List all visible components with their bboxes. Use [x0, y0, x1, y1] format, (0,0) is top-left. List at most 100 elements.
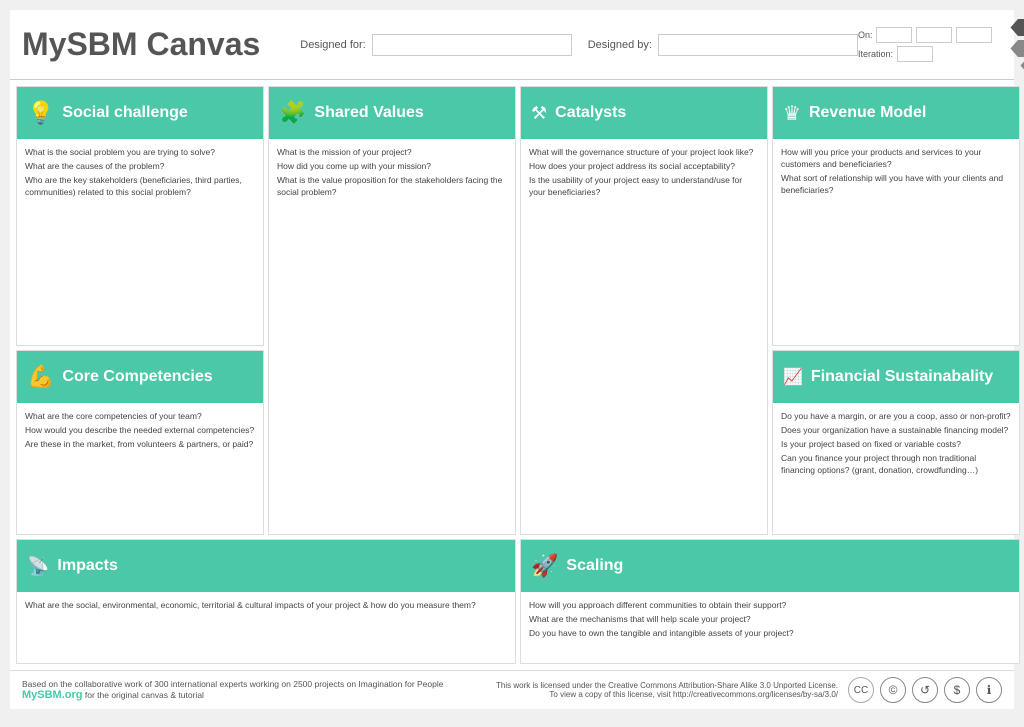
- scaling-cell: 🚀 Scaling How will you approach differen…: [520, 539, 1020, 664]
- crown-icon: ♛: [783, 101, 801, 126]
- scaling-title: Scaling: [566, 556, 623, 575]
- signal-icon: 📡: [27, 556, 49, 577]
- revenue-model-cell: ♛ Revenue Model How will you price your …: [772, 86, 1020, 346]
- hex-2: [1010, 40, 1024, 57]
- sv-q2: How did you come up with your mission?: [277, 161, 507, 173]
- refresh-icon: ↺: [912, 677, 938, 703]
- hex-3: [1020, 61, 1024, 70]
- sv-q3: What is the value proposition for the st…: [277, 175, 507, 199]
- designed-by-group: Designed by:: [588, 34, 858, 56]
- designed-for-label: Designed for:: [300, 39, 365, 51]
- catalysts-header: ⚒ Catalysts: [521, 87, 767, 139]
- rm-q1: How will you price your products and ser…: [781, 147, 1011, 171]
- scaling-body: How will you approach different communit…: [521, 592, 1019, 663]
- core-competencies-body: What are the core competencies of your t…: [17, 403, 263, 534]
- fs-q3: Is your project based on fixed or variab…: [781, 439, 1011, 451]
- sc-q3: Who are the key stakeholders (beneficiar…: [25, 175, 255, 199]
- scal-q1: How will you approach different communit…: [529, 600, 1011, 612]
- canvas-wrapper: MySBM Canvas Designed for: Designed by: …: [10, 10, 1014, 709]
- rocket-icon: 🚀: [531, 553, 558, 579]
- cat-q2: How does your project address its social…: [529, 161, 759, 173]
- no-commercial-icon: $: [944, 677, 970, 703]
- footer-left: Based on the collaborative work of 300 i…: [22, 679, 443, 701]
- on-label: On:: [858, 30, 873, 40]
- month-input[interactable]: [916, 27, 952, 43]
- copy-icon: ©: [880, 677, 906, 703]
- iteration-label: Iteration:: [858, 49, 893, 59]
- revenue-model-title: Revenue Model: [809, 103, 926, 122]
- license-text: This work is licensed under the Creative…: [496, 681, 838, 690]
- catalysts-cell: ⚒ Catalysts What will the governance str…: [520, 86, 768, 535]
- cc-icon: CC: [848, 677, 874, 703]
- impacts-title: Impacts: [57, 556, 117, 575]
- license-url: To view a copy of this license, visit ht…: [496, 690, 838, 699]
- shared-values-body: What is the mission of your project? How…: [269, 139, 515, 534]
- cc-q1: What are the core competencies of your t…: [25, 411, 255, 423]
- footer-icons: CC © ↺ $ ℹ: [848, 677, 1002, 703]
- iteration-row: Iteration:: [858, 46, 993, 62]
- iteration-input[interactable]: [897, 46, 933, 62]
- hexagons-decoration: [1010, 17, 1024, 72]
- muscle-icon: 💪: [27, 364, 54, 390]
- info-icon: ℹ: [976, 677, 1002, 703]
- scaling-header: 🚀 Scaling: [521, 540, 1019, 592]
- header: MySBM Canvas Designed for: Designed by: …: [10, 10, 1014, 80]
- social-challenge-body: What is the social problem you are tryin…: [17, 139, 263, 345]
- chart-icon: 📈: [783, 367, 803, 387]
- shared-values-header: 🧩 Shared Values: [269, 87, 515, 139]
- sc-q2: What are the causes of the problem?: [25, 161, 255, 173]
- cat-q3: Is the usability of your project easy to…: [529, 175, 759, 199]
- financial-sustainability-title: Financial Sustainabality: [811, 367, 993, 386]
- social-challenge-title: Social challenge: [62, 103, 187, 122]
- canvas-grid: 💡 Social challenge What is the social pr…: [10, 80, 1014, 670]
- impacts-header: 📡 Impacts: [17, 540, 515, 592]
- sc-q1: What is the social problem you are tryin…: [25, 147, 255, 159]
- financial-sustainability-header: 📈 Financial Sustainabality: [773, 351, 1019, 403]
- fs-q2: Does your organization have a sustainabl…: [781, 425, 1011, 437]
- social-challenge-header: 💡 Social challenge: [17, 87, 263, 139]
- scal-q2: What are the mechanisms that will help s…: [529, 614, 1011, 626]
- cc-q2: How would you describe the needed extern…: [25, 425, 255, 437]
- core-competencies-title: Core Competencies: [62, 367, 212, 386]
- scal-q3: Do you have to own the tangible and inta…: [529, 628, 1011, 640]
- puzzle-icon: 🧩: [279, 100, 306, 126]
- brand-link[interactable]: MySBM.org: [22, 689, 83, 701]
- lightbulb-icon: 💡: [27, 100, 54, 126]
- day-input[interactable]: [876, 27, 912, 43]
- designed-by-input[interactable]: [658, 34, 858, 56]
- fs-q1: Do you have a margin, or are you a coop,…: [781, 411, 1011, 423]
- header-right: On: Iteration:: [858, 17, 1024, 72]
- impacts-cell: 📡 Impacts What are the social, environme…: [16, 539, 516, 664]
- hex-1: [1010, 19, 1024, 36]
- footer-left-text: Based on the collaborative work of 300 i…: [22, 679, 443, 689]
- year-input[interactable]: [956, 27, 992, 43]
- fs-q4: Can you finance your project through non…: [781, 453, 1011, 477]
- header-fields: Designed for: Designed by:: [300, 34, 858, 56]
- rm-q2: What sort of relationship will you have …: [781, 173, 1011, 197]
- app-title: MySBM Canvas: [22, 26, 260, 63]
- financial-sustainability-body: Do you have a margin, or are you a coop,…: [773, 403, 1019, 534]
- brand-suffix: for the original canvas & tutorial: [85, 690, 204, 700]
- imp-q1: What are the social, environmental, econ…: [25, 600, 507, 612]
- cat-q1: What will the governance structure of yo…: [529, 147, 759, 159]
- footer: Based on the collaborative work of 300 i…: [10, 670, 1014, 709]
- shared-values-title: Shared Values: [314, 103, 423, 122]
- on-row: On:: [858, 27, 993, 43]
- footer-right-section: This work is licensed under the Creative…: [496, 677, 1002, 703]
- financial-sustainability-cell: 📈 Financial Sustainabality Do you have a…: [772, 350, 1020, 535]
- social-challenge-cell: 💡 Social challenge What is the social pr…: [16, 86, 264, 346]
- revenue-model-body: How will you price your products and ser…: [773, 139, 1019, 345]
- designed-for-input[interactable]: [372, 34, 572, 56]
- core-competencies-header: 💪 Core Competencies: [17, 351, 263, 403]
- revenue-model-header: ♛ Revenue Model: [773, 87, 1019, 139]
- designed-for-group: Designed for:: [300, 34, 571, 56]
- impacts-body: What are the social, environmental, econ…: [17, 592, 515, 663]
- core-competencies-cell: 💪 Core Competencies What are the core co…: [16, 350, 264, 535]
- catalysts-body: What will the governance structure of yo…: [521, 139, 767, 534]
- sv-q1: What is the mission of your project?: [277, 147, 507, 159]
- date-fields: On: Iteration:: [858, 27, 993, 62]
- shared-values-cell: 🧩 Shared Values What is the mission of y…: [268, 86, 516, 535]
- designed-by-label: Designed by:: [588, 39, 652, 51]
- wrench-icon: ⚒: [531, 103, 547, 124]
- cc-q3: Are these in the market, from volunteers…: [25, 439, 255, 451]
